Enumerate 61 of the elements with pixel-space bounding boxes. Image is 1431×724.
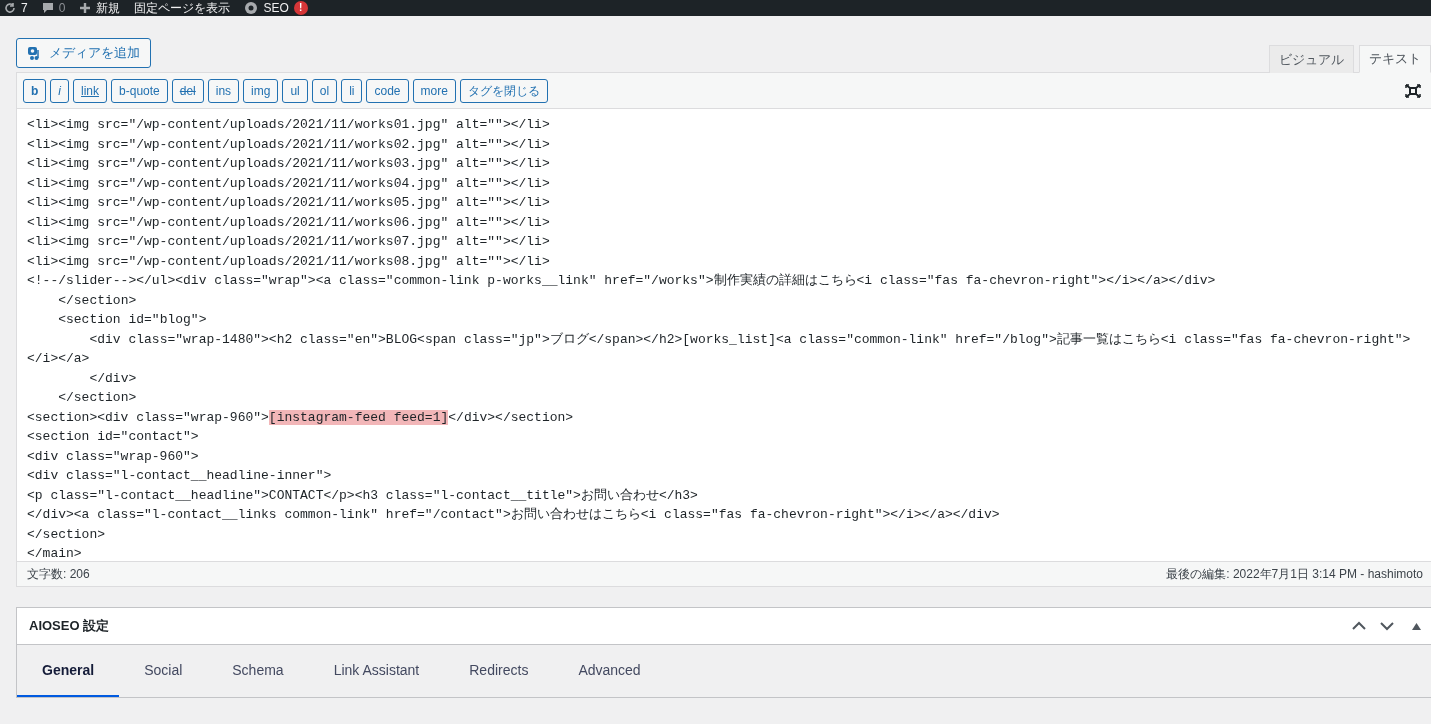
quicktag-button[interactable]: li — [341, 79, 363, 103]
quicktag-button[interactable]: b-quote — [111, 79, 168, 103]
collapse-icon[interactable] — [1412, 622, 1421, 630]
quicktag-button[interactable]: link — [73, 79, 108, 103]
quicktag-button[interactable]: タグを閉じる — [459, 79, 548, 103]
editor-tab[interactable]: ビジュアル — [1269, 45, 1354, 73]
code-line: <li><img src="/wp-content/uploads/2021/11/works02.jpg" alt=""></li> — [27, 135, 551, 154]
view-page-link[interactable]: 固定ページを表示 — [134, 1, 231, 15]
comment-count: 0 — [58, 1, 66, 15]
seo-tab[interactable]: Redirects — [444, 645, 554, 697]
quicktag-button[interactable]: code — [366, 79, 409, 103]
seo-tab[interactable]: Link Assistant — [308, 645, 445, 697]
editor-tab[interactable]: テキスト — [1359, 45, 1431, 73]
new-link[interactable]: 新規 — [96, 1, 121, 15]
quicktag-button[interactable]: img — [243, 79, 279, 103]
code-line: <div class="wrap-960"> — [27, 447, 200, 466]
alert-badge: ! — [293, 1, 308, 15]
last-edited: 最後の編集: 2022年7月1日 3:14 PM - hashimoto — [1166, 565, 1423, 583]
plus-icon[interactable] — [79, 2, 92, 14]
quicktag-button[interactable]: i — [50, 79, 69, 103]
code-line: <li><img src="/wp-content/uploads/2021/11/works05.jpg" alt=""></li> — [27, 194, 551, 212]
seo-tab[interactable]: General — [17, 645, 120, 697]
code-line: <p class="l-contact__headline">CONTACT</p><h3 class="l-contact__title">お問い合わせ</h3> — [27, 486, 699, 505]
seo-tab[interactable]: Schema — [207, 645, 309, 697]
code-line: <li><img src="/wp-content/uploads/2021/11/works06.jpg" alt=""></li> — [27, 213, 551, 232]
quicktag-button[interactable]: ol — [311, 79, 338, 103]
gear-icon[interactable] — [244, 1, 259, 15]
code-line: <section id="contact"> — [27, 428, 200, 446]
code-line: <li><img src="/wp-content/uploads/2021/11/works08.jpg" alt=""></li> — [27, 252, 551, 271]
code-line: <div class="l-contact__headline-inner"> — [27, 467, 333, 485]
code-line: </main> — [27, 545, 83, 563]
code-line: <div class="wrap-1480"><h2 class="en">BLOG<span class="jp">ブログ</span></h2>[works_list]<a class="common-link" href="/blog">記事一覧はこちら<i class="fas fa-chevron-right"></i></a> — [27, 330, 1411, 368]
add-media-button[interactable]: メディアを追加 — [16, 38, 151, 68]
seo-tab[interactable]: Social — [119, 645, 208, 697]
code-line: </section> — [57, 291, 138, 310]
code-line: <li><img src="/wp-content/uploads/2021/11/works07.jpg" alt=""></li> — [27, 233, 551, 251]
code-line: <li><img src="/wp-content/uploads/2021/11/works01.jpg" alt=""></li> — [27, 116, 551, 134]
code-line: <section><div class="wrap-960">[instagram-feed feed=1]</div></section> — [27, 408, 575, 427]
seo-tab[interactable]: Advanced — [553, 645, 666, 697]
code-line: <li><img src="/wp-content/uploads/2021/11/works03.jpg" alt=""></li> — [27, 155, 551, 173]
comment-icon[interactable] — [41, 2, 54, 14]
update-count: 7 — [21, 1, 28, 15]
quicktag-button[interactable]: ins — [207, 79, 240, 103]
chevron-up-icon[interactable] — [1352, 621, 1366, 631]
code-line: </div><a class="l-contact__links common-link" href="/contact">お問い合わせはこちら<i class="fas fa-chevron-right"></i></a></div> — [27, 506, 1001, 524]
seo-menu[interactable]: SEO — [263, 1, 289, 15]
quicktag-button[interactable]: ul — [282, 79, 308, 103]
code-line: <li><img src="/wp-content/uploads/2021/11/works04.jpg" alt=""></li> — [27, 174, 551, 193]
fullscreen-icon[interactable] — [1405, 84, 1421, 98]
chevron-down-icon[interactable] — [1380, 621, 1394, 631]
code-line: </div> — [88, 369, 138, 388]
word-count: 文字数: 206 — [27, 565, 90, 583]
quicktag-button[interactable]: b — [23, 79, 47, 103]
code-line: <!--/slider--></ul><div class="wrap"><a class="common-link p-works__link" href="/works">制作実績の詳細はこちら<i class="fas fa-chevron-right"></i></a></div> — [27, 272, 1217, 290]
code-line: </section> — [57, 389, 138, 407]
code-line: <section id="blog"> — [57, 311, 208, 329]
code-line: </section> — [27, 525, 106, 544]
quicktag-button[interactable]: del — [171, 79, 204, 103]
panel-title: AIOSEO 設定 — [29, 617, 111, 635]
quicktag-button[interactable]: more — [412, 79, 456, 103]
refresh-icon[interactable] — [4, 2, 16, 14]
